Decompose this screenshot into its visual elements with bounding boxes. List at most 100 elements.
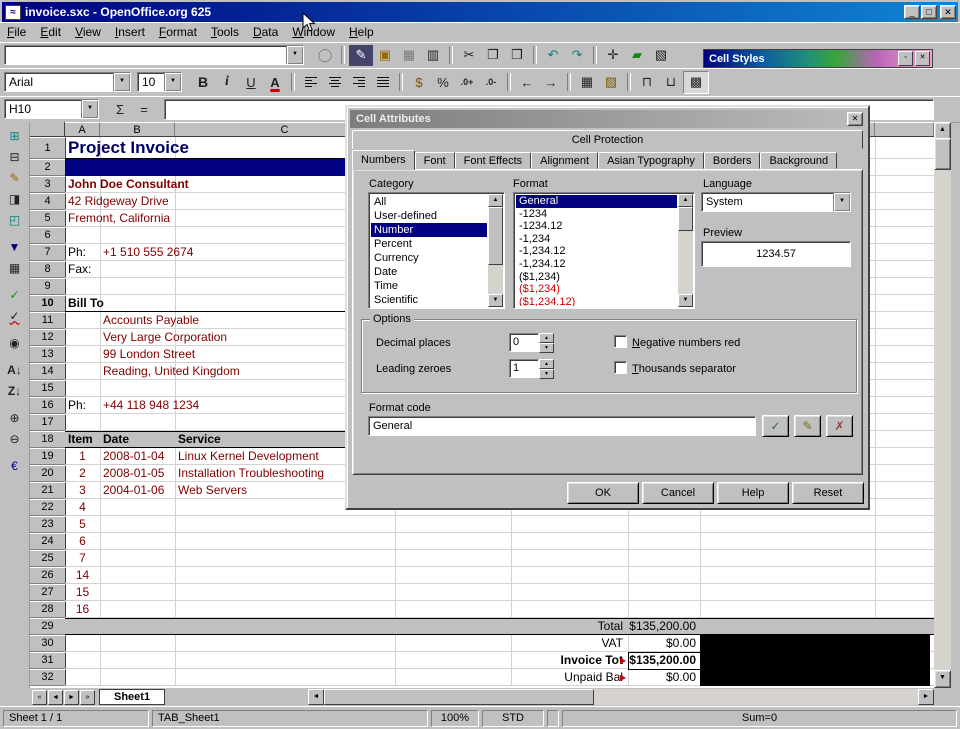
cell-a27[interactable]: 15 — [65, 584, 100, 601]
horizontal-scrollbar[interactable]: ◄ ► — [308, 689, 934, 705]
find-replace-icon[interactable]: ◉ — [3, 332, 27, 353]
delete-decimal-icon[interactable]: .0- — [479, 72, 503, 93]
ok-button[interactable]: OK — [567, 482, 639, 504]
format-code-input[interactable]: General — [368, 416, 756, 436]
font-size-combobox[interactable]: 10 ▼ — [137, 72, 182, 92]
row-header-28[interactable]: 28 — [30, 601, 66, 618]
spin-up-icon[interactable]: ▲ — [539, 333, 554, 343]
cell-a7[interactable]: Ph: — [65, 244, 100, 261]
thousands-separator-checkbox[interactable] — [614, 361, 627, 374]
row-header-2[interactable]: 2 — [30, 159, 66, 176]
insert-graphics-icon[interactable]: ◰ — [3, 209, 27, 230]
row-header-7[interactable]: 7 — [30, 244, 66, 261]
category-scrollbar[interactable]: ▲ ▼ — [488, 194, 503, 307]
row-header-6[interactable]: 6 — [30, 227, 66, 244]
name-box[interactable]: H10 ▼ — [4, 99, 99, 119]
cell-f32[interactable]: $0.00 — [628, 669, 700, 686]
category-item-number[interactable]: Number — [371, 223, 487, 237]
maximize-button[interactable]: □ — [921, 5, 937, 19]
menu-edit[interactable]: Edit — [33, 23, 68, 42]
row-header-11[interactable]: 11 — [30, 312, 66, 329]
row-header-20[interactable]: 20 — [30, 465, 66, 482]
auto-spellcheck-icon[interactable]: ✓ — [3, 305, 27, 326]
cell-b20[interactable]: 2008-01-05 — [100, 465, 175, 482]
category-listbox[interactable]: AllUser-definedNumberPercentCurrencyDate… — [368, 192, 505, 309]
dropdown-arrow-icon[interactable]: ▼ — [164, 73, 181, 91]
add-comment-button[interactable]: ✎ — [794, 415, 821, 437]
tab-alignment[interactable]: Alignment — [531, 152, 598, 169]
row-header-14[interactable]: 14 — [30, 363, 66, 380]
confirm-format-button[interactable]: ✓ — [762, 415, 789, 437]
format-item-8[interactable]: ($1,234.12) — [516, 296, 677, 306]
cell-a25[interactable]: 7 — [65, 550, 100, 567]
spin-down-icon[interactable]: ▼ — [539, 369, 554, 379]
cell-a19[interactable]: 1 — [65, 448, 100, 465]
cell-e30[interactable]: VAT — [511, 635, 628, 652]
ungroup-icon[interactable]: ⊖ — [3, 428, 27, 449]
number-format-currency-icon[interactable]: $ — [407, 72, 431, 93]
row-header-4[interactable]: 4 — [30, 193, 66, 210]
row-header-32[interactable]: 32 — [30, 669, 66, 686]
cell-b19[interactable]: 2008-01-04 — [100, 448, 175, 465]
format-item-2[interactable]: -1234.12 — [516, 220, 677, 233]
last-sheet-button[interactable]: » — [80, 690, 95, 705]
menu-view[interactable]: View — [68, 23, 108, 42]
font-color-icon[interactable]: A — [263, 72, 287, 93]
cell-b18[interactable]: Date — [100, 431, 175, 448]
category-item-user-defined[interactable]: User-defined — [371, 209, 487, 223]
leading-zeroes-value[interactable]: 1 — [509, 359, 539, 378]
row-header-21[interactable]: 21 — [30, 482, 66, 499]
row-header-25[interactable]: 25 — [30, 550, 66, 567]
cell-a22[interactable]: 4 — [65, 499, 100, 516]
function-button[interactable]: = — [132, 99, 156, 120]
spin-down-icon[interactable]: ▼ — [539, 343, 554, 353]
cell-a10[interactable]: Bill To — [65, 295, 100, 312]
row-header-31[interactable]: 31 — [30, 652, 66, 669]
category-item-currency[interactable]: Currency — [371, 251, 487, 265]
form-controls-icon[interactable]: ◨ — [3, 188, 27, 209]
row-header-13[interactable]: 13 — [30, 346, 66, 363]
row-header-27[interactable]: 27 — [30, 584, 66, 601]
align-top-icon[interactable]: ⊓ — [635, 72, 659, 93]
decimal-places-spinner[interactable]: 0 ▲▼ — [509, 333, 554, 352]
cell-b21[interactable]: 2004-01-06 — [100, 482, 175, 499]
paste-icon[interactable]: ❒ — [505, 45, 529, 66]
row-header-3[interactable]: 3 — [30, 176, 66, 193]
delete-format-button[interactable]: ✗ — [826, 415, 853, 437]
format-item-3[interactable]: -1,234 — [516, 233, 677, 246]
format-item-0[interactable]: General — [516, 195, 677, 208]
cell-b11[interactable]: Accounts Payable — [100, 312, 175, 329]
dropdown-arrow-icon[interactable]: ▼ — [113, 73, 130, 91]
cell-a18[interactable]: Item — [65, 431, 100, 448]
cancel-button[interactable]: Cancel — [642, 482, 714, 504]
status-page-style[interactable]: TAB_Sheet1 — [152, 710, 428, 727]
cell-f30[interactable]: $0.00 — [628, 635, 700, 652]
background-color-icon[interactable]: ▨ — [599, 72, 623, 93]
language-combobox[interactable]: System ▼ — [701, 192, 851, 212]
align-center-icon[interactable] — [323, 72, 347, 93]
minimize-button[interactable]: _ — [904, 5, 920, 19]
menu-file[interactable]: File — [0, 23, 33, 42]
row-header-5[interactable]: 5 — [30, 210, 66, 227]
navigator-icon[interactable]: ✛ — [601, 45, 625, 66]
cell-a16[interactable]: Ph: — [65, 397, 100, 414]
status-zoom[interactable]: 100% — [431, 710, 479, 727]
row-header-26[interactable]: 26 — [30, 567, 66, 584]
format-item-5[interactable]: -1,234.12 — [516, 258, 677, 271]
insert-cells-icon[interactable]: ⊟ — [3, 146, 27, 167]
tab-font-effects[interactable]: Font Effects — [455, 152, 532, 169]
number-format-percent-icon[interactable]: % — [431, 72, 455, 93]
edit-file-icon[interactable]: ✎ — [349, 45, 373, 66]
tab-asian-typography[interactable]: Asian Typography — [598, 152, 704, 169]
sum-button[interactable]: Σ — [108, 99, 132, 120]
cell-a1[interactable]: Project Invoice — [65, 137, 100, 159]
decimal-places-value[interactable]: 0 — [509, 333, 539, 352]
cell-a21[interactable]: 3 — [65, 482, 100, 499]
format-listbox[interactable]: General-1234-1234.12-1,234-1,234.12-1,23… — [513, 192, 695, 309]
row-header-9[interactable]: 9 — [30, 278, 66, 295]
cell-a28[interactable]: 16 — [65, 601, 100, 618]
save-document-icon[interactable]: ▦ — [397, 45, 421, 66]
open-document-icon[interactable]: ▣ — [373, 45, 397, 66]
cell-a4[interactable]: 42 Ridgeway Drive — [65, 193, 100, 210]
autofilter-icon[interactable]: ▼ — [3, 236, 27, 257]
